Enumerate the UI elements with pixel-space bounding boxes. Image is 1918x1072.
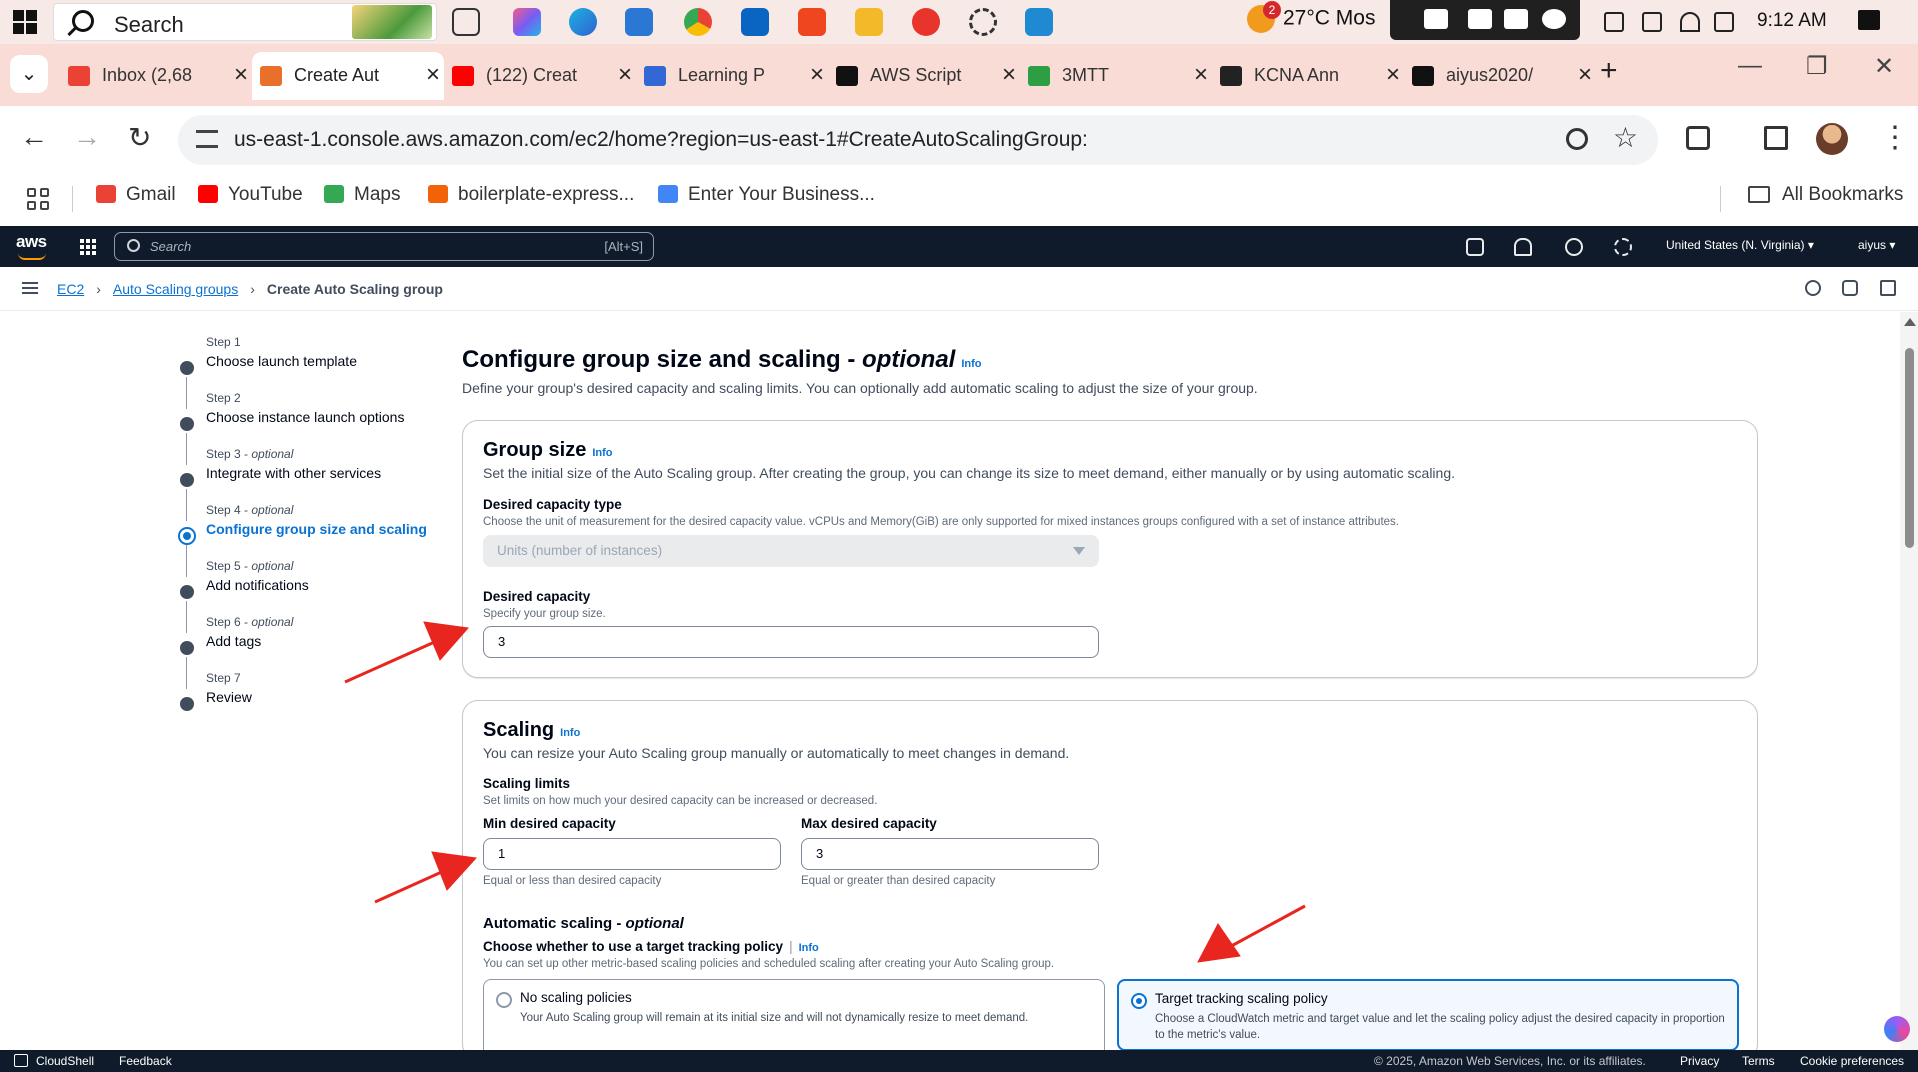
scroll-up-icon[interactable] xyxy=(1904,318,1916,326)
footer-terms[interactable]: Terms xyxy=(1742,1054,1775,1068)
footer-privacy[interactable]: Privacy xyxy=(1680,1054,1719,1068)
annotation-arrows xyxy=(344,621,1306,963)
cloudshell-icon xyxy=(14,1054,28,1067)
annotation-arrow xyxy=(1223,904,1306,952)
footer-feedback[interactable]: Feedback xyxy=(119,1054,172,1068)
page-scrollbar[interactable] xyxy=(1900,312,1918,1050)
annotation-arrow-head xyxy=(423,621,469,661)
footer-cookie-preferences[interactable]: Cookie preferences xyxy=(1800,1054,1904,1068)
scrollbar-thumb[interactable] xyxy=(1905,348,1914,548)
assistant-fab-icon[interactable] xyxy=(1884,1016,1910,1042)
annotation-arrow-head xyxy=(1197,923,1241,963)
annotation-arrow-head xyxy=(431,851,478,891)
aws-footer: CloudShell Feedback © 2025, Amazon Web S… xyxy=(0,1050,1918,1072)
footer-copyright: © 2025, Amazon Web Services, Inc. or its… xyxy=(1374,1054,1646,1068)
footer-cloudshell[interactable]: CloudShell xyxy=(36,1054,94,1068)
